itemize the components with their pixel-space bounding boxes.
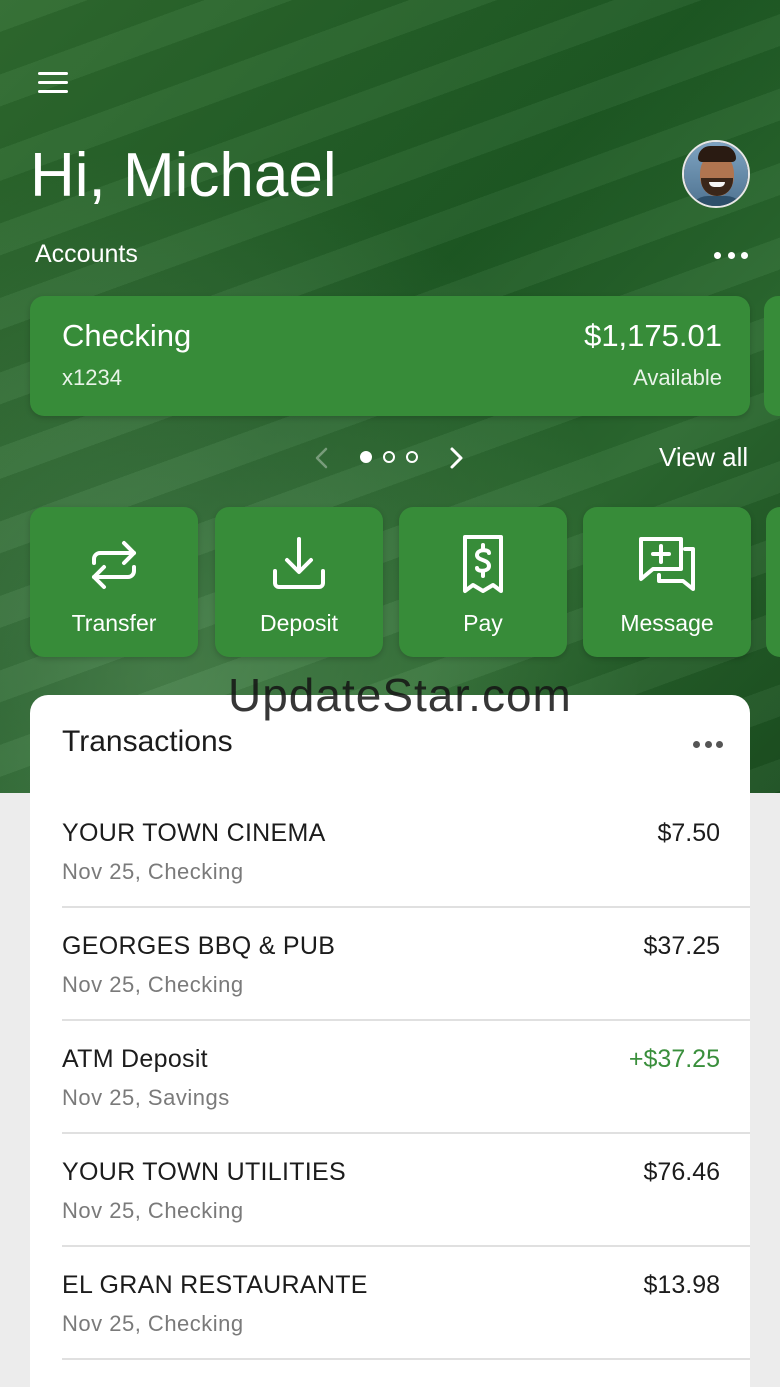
transaction-amount-credit: +$37.25 <box>628 1045 720 1073</box>
transaction-row[interactable]: YOUR TOWN CINEMA Nov 25, Checking $7.50 <box>62 795 750 908</box>
account-name: Checking <box>62 318 192 353</box>
deposit-label: Deposit <box>260 610 338 636</box>
transaction-name: YOUR TOWN CINEMA <box>62 819 326 847</box>
pager-dot-active[interactable] <box>360 451 372 463</box>
account-number: x1234 <box>62 365 122 390</box>
transaction-row[interactable]: GEORGES BBQ & PUB Nov 25, Checking $37.2… <box>62 908 750 1021</box>
message-icon <box>635 533 699 597</box>
transaction-name: ATM Deposit <box>62 1045 208 1073</box>
transaction-detail: Nov 25, Checking <box>62 1198 244 1223</box>
deposit-button[interactable]: Deposit <box>215 507 383 657</box>
chevron-right-icon[interactable] <box>444 444 468 472</box>
message-label: Message <box>620 610 714 636</box>
account-card-checking[interactable]: Checking x1234 $1,175.01 Available <box>30 296 750 416</box>
transfer-icon <box>82 533 146 597</box>
transaction-detail: Nov 25, Checking <box>62 972 244 997</box>
more-actions-card[interactable] <box>766 507 780 657</box>
transactions-panel: Transactions YOUR TOWN CINEMA Nov 25, Ch… <box>30 695 750 1387</box>
pay-label: Pay <box>463 610 503 636</box>
transactions-more-icon[interactable] <box>693 740 723 748</box>
transaction-name: GEORGES BBQ & PUB <box>62 932 336 960</box>
transaction-amount: $7.50 <box>657 819 720 847</box>
transaction-name: EL GRAN RESTAURANTE <box>62 1271 368 1299</box>
pager-dot[interactable] <box>383 451 395 463</box>
next-account-card[interactable] <box>764 296 780 416</box>
accounts-more-icon[interactable] <box>714 250 748 260</box>
greeting-title: Hi, Michael <box>30 141 337 210</box>
transaction-row[interactable]: YOUR TOWN UTILITIES Nov 25, Checking $76… <box>62 1134 750 1247</box>
chevron-left-icon[interactable] <box>310 444 334 472</box>
transfer-label: Transfer <box>71 610 157 636</box>
pager-dot[interactable] <box>406 451 418 463</box>
accounts-label: Accounts <box>35 240 138 268</box>
deposit-icon <box>267 533 331 597</box>
watermark-text: UpdateStar.com <box>228 669 572 721</box>
pay-button[interactable]: Pay <box>399 507 567 657</box>
account-balance-label: Available <box>633 365 722 390</box>
transaction-name: YOUR TOWN UTILITIES <box>62 1158 346 1186</box>
transaction-row[interactable]: EL GRAN RESTAURANTE Nov 25, Checking $13… <box>62 1247 750 1360</box>
transaction-amount: $13.98 <box>643 1271 720 1299</box>
account-pager <box>310 440 470 476</box>
transaction-amount: $76.46 <box>643 1158 720 1186</box>
menu-icon[interactable] <box>38 70 68 94</box>
transaction-row[interactable]: ATM Deposit Nov 25, Savings +$37.25 <box>62 1021 750 1134</box>
view-all-link[interactable]: View all <box>659 442 748 473</box>
account-balance: $1,175.01 <box>584 318 722 353</box>
pay-bill-icon <box>451 533 515 597</box>
avatar[interactable] <box>682 140 750 208</box>
transaction-detail: Nov 25, Savings <box>62 1085 230 1110</box>
transactions-title: Transactions <box>62 725 233 758</box>
transaction-detail: Nov 25, Checking <box>62 859 244 884</box>
transaction-detail: Nov 25, Checking <box>62 1311 244 1336</box>
transaction-amount: $37.25 <box>643 932 720 960</box>
transfer-button[interactable]: Transfer <box>30 507 198 657</box>
app-screen: Hi, Michael Accounts Checking x1234 $1,1… <box>0 0 780 1387</box>
message-button[interactable]: Message <box>583 507 751 657</box>
